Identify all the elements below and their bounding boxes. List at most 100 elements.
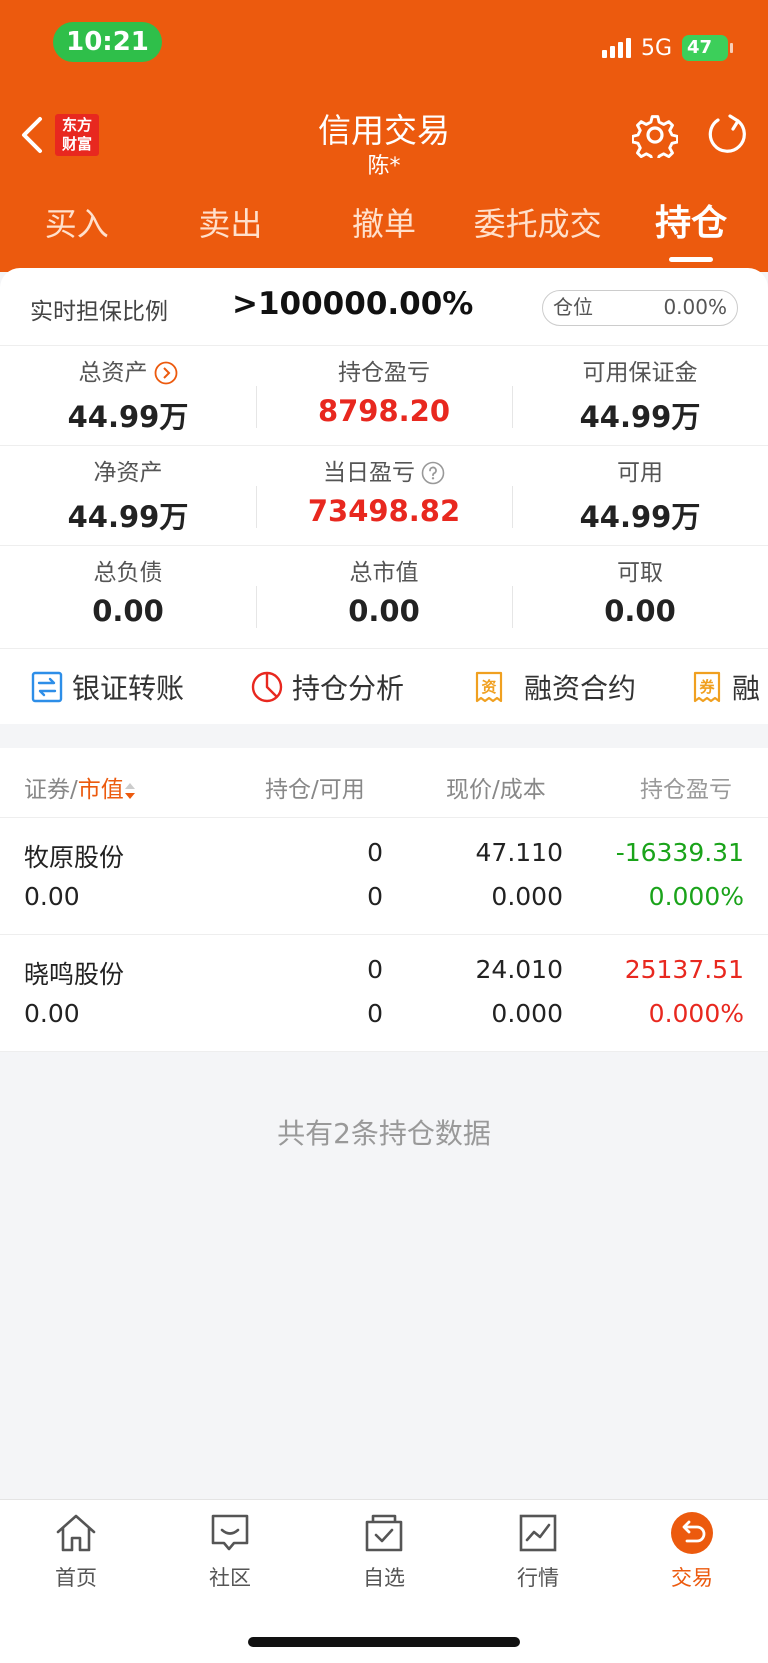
tab-sell[interactable]: 卖出 (154, 196, 308, 256)
nav-home[interactable]: 首页 (26, 1510, 126, 1592)
community-icon (211, 1514, 249, 1551)
guarantee-ratio-label: 实时担保比例 (30, 299, 168, 325)
financing-contract-icon: 资 (475, 671, 503, 703)
sort-icon[interactable] (124, 780, 136, 802)
market-icon (519, 1514, 557, 1552)
metric-net-assets: 净资产 44.99万 (0, 446, 256, 545)
signal-icon (601, 38, 631, 58)
metric-holding-pnl: 持仓盈亏 8798.20 (256, 346, 512, 445)
metric-value: 73498.82 (307, 494, 461, 528)
holdings-count-note: 共有2条持仓数据 (277, 1117, 491, 1150)
position-qty: 0 (367, 955, 383, 984)
nav-label: 交易 (671, 1566, 713, 1590)
network-type: 5G (640, 35, 672, 61)
nav-market[interactable]: 行情 (488, 1510, 588, 1592)
shortcut-label: 持仓分析 (292, 672, 405, 705)
shortcut-label: 融 (732, 672, 761, 705)
battery-icon: 47 (682, 35, 733, 61)
nav-label: 自选 (363, 1566, 405, 1590)
position-ratio-label: 仓位 (553, 295, 593, 319)
position-ratio-pill[interactable]: 仓位 0.00% (542, 290, 738, 326)
current-price: 24.010 (475, 955, 563, 984)
guarantee-ratio-value: >100000.00% (232, 286, 474, 322)
market-value: 0.00 (24, 882, 80, 911)
table-row[interactable]: 牧原股份 0.00 0 0 47.110 0.000 -16339.31 0.0… (0, 818, 768, 935)
tab-orders-fills[interactable]: 委托成交 (461, 196, 615, 256)
col-security-label: 证券 (24, 777, 70, 803)
home-icon (56, 1514, 96, 1552)
metric-label: 可用保证金 (582, 360, 698, 386)
metric-label: 当日盈亏 (323, 460, 415, 486)
tab-holdings[interactable]: 持仓 (614, 196, 768, 256)
home-indicator (248, 1637, 520, 1647)
nav-community[interactable]: 社区 (180, 1510, 280, 1592)
gear-icon[interactable] (632, 112, 678, 158)
nav-trade[interactable]: 交易 (642, 1510, 742, 1592)
nav-watchlist[interactable]: 自选 (334, 1510, 434, 1592)
trade-tabs: 买入 卖出 撤单 委托成交 持仓 (0, 196, 768, 256)
guarantee-ratio-row: 实时担保比例 >100000.00% 仓位 0.00% (0, 268, 768, 346)
position-ratio-value: 0.00% (663, 295, 727, 319)
tab-cancel-order[interactable]: 撤单 (307, 196, 461, 256)
metric-available: 可用 44.99万 (512, 446, 768, 545)
refresh-icon[interactable] (704, 112, 750, 158)
metric-label: 可用 (617, 460, 663, 486)
holding-pnl: -16339.31 (615, 838, 744, 867)
metric-value: 0.00 (348, 594, 420, 628)
metric-row: 总资产 44.99万 持仓盈亏 8798.20 可用保证金 44.99万 (0, 346, 768, 446)
stock-name: 晓鸣股份 (24, 960, 125, 989)
col-market-value-label: 市值 (77, 777, 124, 803)
metric-label: 持仓盈亏 (338, 360, 430, 386)
market-value: 0.00 (24, 999, 80, 1028)
account-summary-card: 实时担保比例 >100000.00% 仓位 0.00% 总资产 44.99万 持… (0, 268, 768, 724)
cost-price: 0.000 (491, 999, 563, 1028)
position-qty: 0 (367, 838, 383, 867)
shortcut-bank-transfer[interactable]: 银证转账 (30, 649, 184, 724)
shortcut-label: 银证转账 (72, 672, 185, 705)
col-security-market-value[interactable]: 证券/市值 (24, 770, 136, 804)
app-header: 10:21 5G 47 东方财富 信用交易 陈* 买入 卖出 撤单 委托成交 持… (0, 0, 768, 272)
status-indicators: 5G 47 (601, 34, 733, 62)
pie-chart-icon (251, 671, 283, 703)
holding-pnl-pct: 0.000% (648, 999, 744, 1028)
metric-value: 44.99万 (67, 400, 189, 434)
metric-value: 0.00 (92, 594, 164, 628)
available-qty: 0 (367, 999, 383, 1028)
available-qty: 0 (367, 882, 383, 911)
shortcut-holding-analysis[interactable]: 持仓分析 (250, 649, 404, 724)
col-price-cost: 现价/成本 (446, 777, 546, 803)
cost-price: 0.000 (491, 882, 563, 911)
metric-value: 44.99万 (67, 500, 189, 534)
col-holding-pnl: 持仓盈亏 (640, 777, 732, 803)
securities-lending-icon: 券 (693, 671, 721, 703)
nav-label: 行情 (517, 1566, 559, 1590)
metric-value: 0.00 (604, 594, 676, 628)
metric-total-assets[interactable]: 总资产 44.99万 (0, 346, 256, 445)
tab-buy[interactable]: 买入 (0, 196, 154, 256)
metric-value: 44.99万 (579, 400, 701, 434)
table-row[interactable]: 晓鸣股份 0.00 0 0 24.010 0.000 25137.51 0.00… (0, 935, 768, 1052)
nav-label: 首页 (55, 1566, 97, 1590)
metric-label: 总资产 (78, 360, 148, 386)
col-separator: / (70, 777, 78, 803)
watchlist-icon (365, 1514, 403, 1552)
svg-text:资: 资 (481, 678, 496, 696)
metric-label: 净资产 (93, 460, 163, 486)
transfer-icon (31, 671, 63, 703)
nav-label: 社区 (209, 1566, 251, 1590)
current-price: 47.110 (475, 838, 563, 867)
metric-total-market-value: 总市值 0.00 (256, 546, 512, 646)
metric-row: 净资产 44.99万 当日盈亏 73498.82 可用 44.99万 (0, 446, 768, 546)
chevron-right-circle-icon[interactable] (154, 361, 178, 385)
metric-daily-pnl: 当日盈亏 73498.82 (256, 446, 512, 545)
metric-available-margin: 可用保证金 44.99万 (512, 346, 768, 445)
help-icon[interactable] (421, 461, 445, 485)
holding-pnl: 25137.51 (624, 955, 744, 984)
holding-pnl-pct: 0.000% (648, 882, 744, 911)
svg-text:券: 券 (699, 678, 715, 696)
shortcut-securities-lending[interactable]: 券 融 (690, 649, 760, 724)
shortcut-financing-contract[interactable]: 资 融资合约 (472, 649, 636, 724)
metric-withdrawable: 可取 0.00 (512, 546, 768, 646)
shortcut-bar: 银证转账 持仓分析 资 融资合约 券 融 (0, 648, 768, 724)
status-time: 10:21 (53, 22, 162, 62)
